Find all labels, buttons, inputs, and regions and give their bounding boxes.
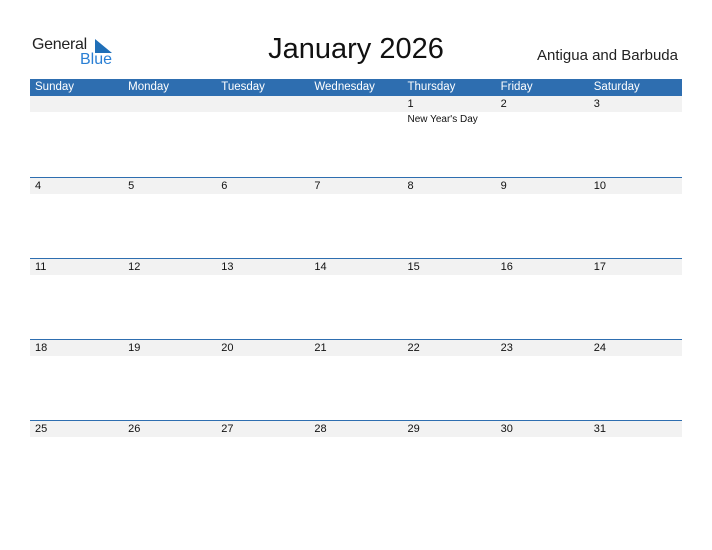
date-strip: 4 5 6 7 8 9 10 xyxy=(30,178,682,194)
day-event xyxy=(216,437,309,439)
day-event xyxy=(589,275,682,277)
day-event xyxy=(496,437,589,439)
day-event xyxy=(30,437,123,439)
day-number: 25 xyxy=(35,423,48,435)
weekday-saturday: Saturday xyxy=(593,81,640,93)
day-event xyxy=(309,437,402,439)
week-row: 1 2 3 New Year's Day xyxy=(30,96,682,177)
day-event xyxy=(30,194,123,196)
day-number: 18 xyxy=(35,342,48,354)
day-number: 2 xyxy=(500,98,507,110)
day-event xyxy=(216,356,309,358)
events-row xyxy=(30,275,682,277)
day-event xyxy=(496,356,589,358)
date-strip: 1 2 3 xyxy=(30,96,682,112)
weekday-thursday: Thursday xyxy=(407,81,456,93)
day-number: 21 xyxy=(314,342,327,354)
day-event xyxy=(589,194,682,196)
day-number xyxy=(309,96,402,112)
week-row: 4 5 6 7 8 9 10 xyxy=(30,177,682,258)
day-event xyxy=(309,356,402,358)
day-number xyxy=(30,96,123,112)
day-event xyxy=(403,437,496,439)
day-number: 1 xyxy=(407,98,414,110)
day-number: 28 xyxy=(314,423,327,435)
day-event xyxy=(123,112,216,125)
day-event xyxy=(589,437,682,439)
day-number: 20 xyxy=(221,342,234,354)
day-number: 23 xyxy=(500,342,513,354)
day-number: 12 xyxy=(128,261,141,273)
weekday-wednesday: Wednesday xyxy=(314,81,375,93)
day-number: 7 xyxy=(314,180,321,192)
day-event xyxy=(123,356,216,358)
week-row: 11 12 13 14 15 16 17 xyxy=(30,258,682,339)
day-number: 8 xyxy=(407,180,414,192)
week-row: 18 19 20 21 22 23 24 xyxy=(30,339,682,420)
day-number: 3 xyxy=(593,98,600,110)
day-number: 5 xyxy=(128,180,135,192)
day-number: 17 xyxy=(593,261,606,273)
events-row xyxy=(30,437,682,439)
day-event xyxy=(30,275,123,277)
day-number: 13 xyxy=(221,261,234,273)
calendar-grid: Sunday Monday Tuesday Wednesday Thursday… xyxy=(30,79,682,501)
events-row xyxy=(30,356,682,358)
events-row: New Year's Day xyxy=(30,112,682,125)
day-event xyxy=(403,194,496,196)
day-number xyxy=(216,96,309,112)
day-event xyxy=(496,194,589,196)
day-number: 10 xyxy=(593,180,606,192)
day-number: 24 xyxy=(593,342,606,354)
day-number: 31 xyxy=(593,423,606,435)
weekday-sunday: Sunday xyxy=(35,81,75,93)
day-number: 16 xyxy=(500,261,513,273)
day-number xyxy=(123,96,216,112)
day-event xyxy=(123,275,216,277)
weekday-header: Sunday Monday Tuesday Wednesday Thursday… xyxy=(30,79,682,96)
day-event xyxy=(403,356,496,358)
day-number: 27 xyxy=(221,423,234,435)
day-event xyxy=(216,112,309,125)
day-number: 14 xyxy=(314,261,327,273)
day-event xyxy=(216,194,309,196)
day-event xyxy=(216,275,309,277)
country-name: Antigua and Barbuda xyxy=(537,47,678,64)
day-event xyxy=(123,194,216,196)
week-row: 25 26 27 28 29 30 31 xyxy=(30,420,682,501)
weekday-monday: Monday xyxy=(128,81,170,93)
day-number: 30 xyxy=(500,423,513,435)
day-event xyxy=(309,194,402,196)
events-row xyxy=(30,194,682,196)
date-strip: 11 12 13 14 15 16 17 xyxy=(30,259,682,275)
weekday-friday: Friday xyxy=(500,81,533,93)
day-number: 6 xyxy=(221,180,228,192)
day-event xyxy=(309,112,402,125)
date-strip: 25 26 27 28 29 30 31 xyxy=(30,421,682,437)
day-event xyxy=(309,275,402,277)
day-number: 19 xyxy=(128,342,141,354)
day-number: 22 xyxy=(407,342,420,354)
day-event xyxy=(123,437,216,439)
day-event: New Year's Day xyxy=(407,114,478,125)
weekday-tuesday: Tuesday xyxy=(221,81,265,93)
day-number: 9 xyxy=(500,180,507,192)
day-event xyxy=(496,275,589,277)
day-number: 26 xyxy=(128,423,141,435)
day-event xyxy=(403,275,496,277)
day-event xyxy=(589,112,682,125)
day-number: 4 xyxy=(35,180,42,192)
day-number: 15 xyxy=(407,261,420,273)
day-number: 29 xyxy=(407,423,420,435)
day-event xyxy=(30,112,123,125)
day-event xyxy=(589,356,682,358)
day-event xyxy=(30,356,123,358)
day-event xyxy=(496,112,589,125)
day-number: 11 xyxy=(35,261,47,273)
date-strip: 18 19 20 21 22 23 24 xyxy=(30,340,682,356)
